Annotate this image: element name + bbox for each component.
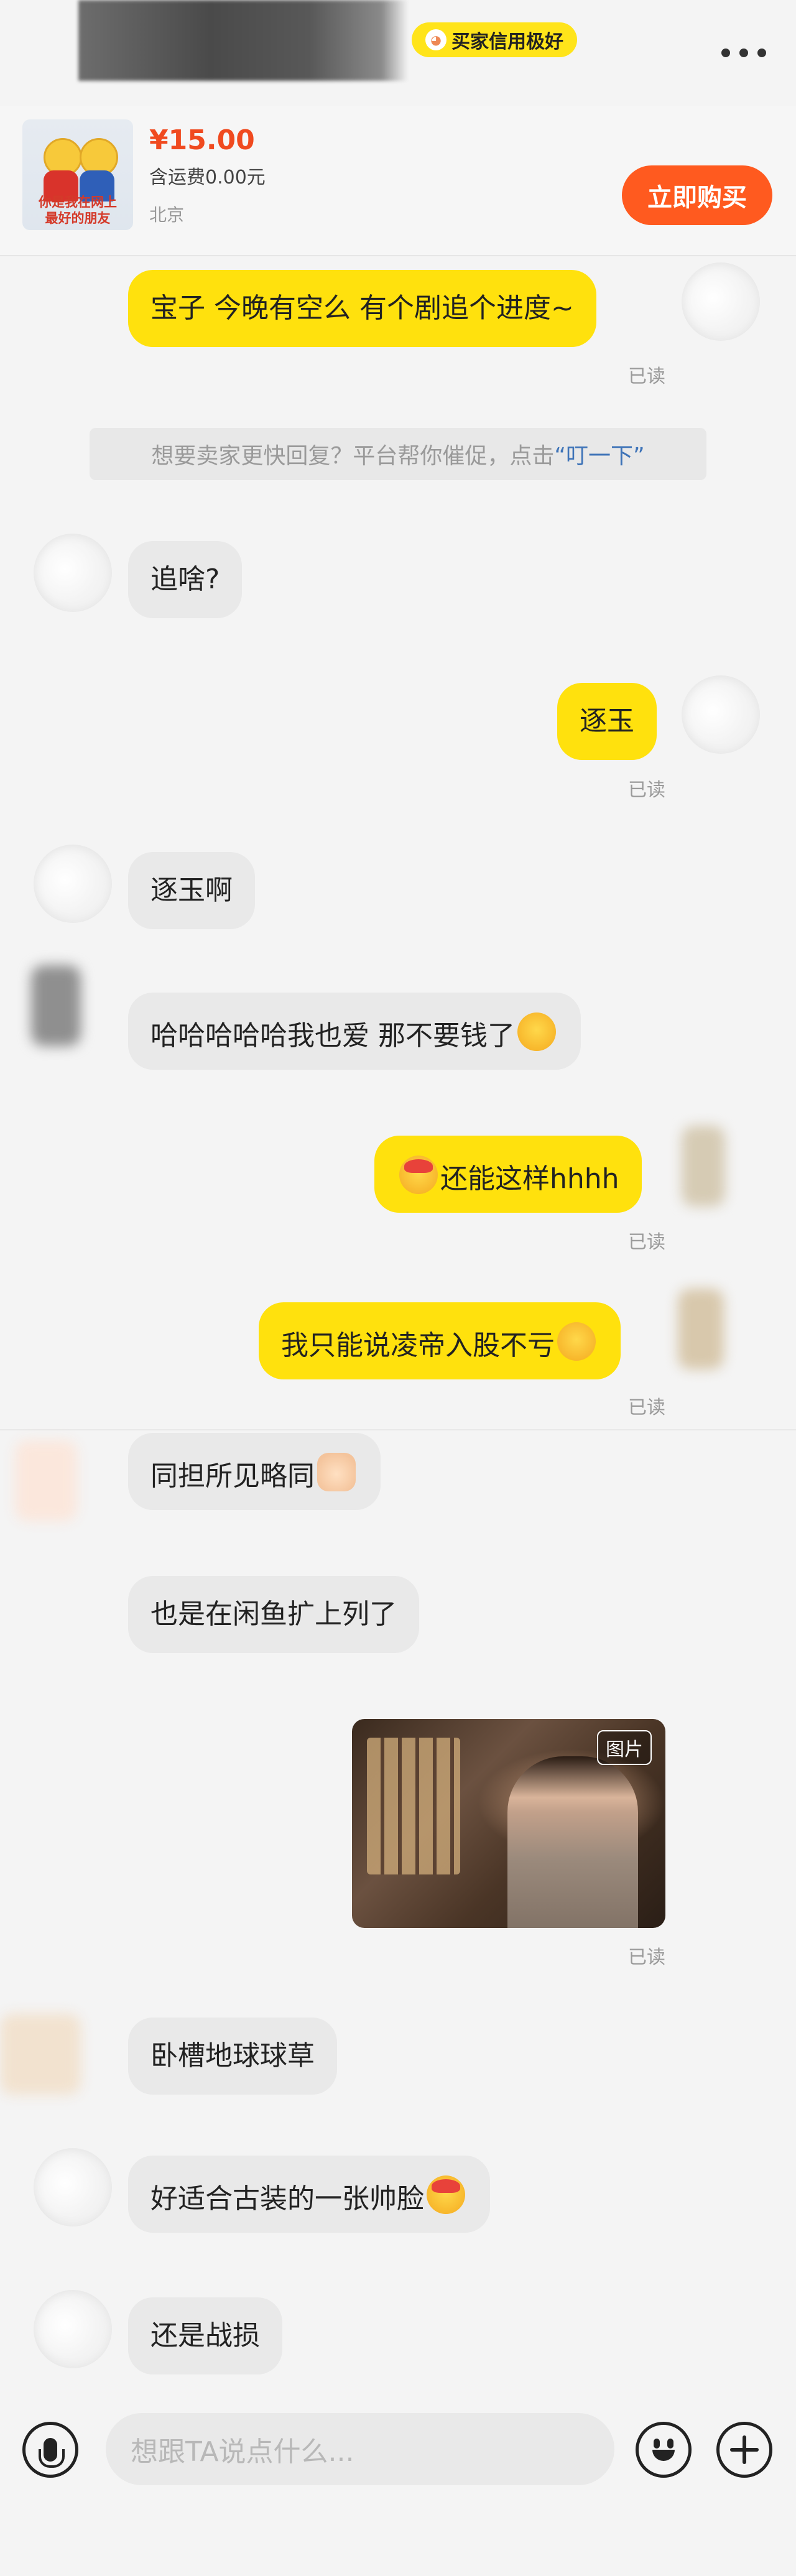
message-text: 也是在闲鱼扩上列了 [150,1598,397,1630]
photo-figure [507,1756,638,1928]
message-text: 宝子 今晚有空么 有个剧追个进度~ [150,292,574,324]
my-avatar[interactable] [678,1289,724,1369]
credit-face-icon: ◕ [425,29,447,50]
shared-photo[interactable]: 图片 [352,1719,665,1928]
plus-icon[interactable] [716,2422,772,2478]
smiley-icon[interactable] [636,2422,692,2478]
message-bubble-them[interactable]: 同担所见略同 [128,1433,381,1510]
message-bubble-them[interactable]: 追啥? [128,541,243,618]
message-text: 逐玉 [580,705,634,737]
message-text: 好适合古装的一张帅脸 [150,2183,424,2215]
contact-avatar[interactable] [34,2290,112,2368]
credit-badge-label: 买家信用极好 [451,31,563,53]
message-text: 同担所见略同 [150,1460,315,1492]
message-text: 卧槽地球球草 [150,2040,315,2072]
nudge-notice: 想要卖家更快回复？平台帮你催促，点击 “叮一下” [90,428,706,480]
contact-avatar[interactable] [34,845,112,923]
product-price: ¥15.00 [149,124,255,156]
nudge-notice-text: 想要卖家更快回复？平台帮你催促，点击 [151,443,555,469]
message-text: 追啥? [150,563,220,595]
product-thumbnail[interactable]: 你是我在网上 最好的朋友 [22,119,133,230]
star-eyes-emoji-icon [427,2175,465,2214]
read-status: 已读 [628,366,665,387]
star-eyes-emoji-icon [399,1156,438,1194]
buy-now-button[interactable]: 立即购买 [622,165,772,225]
message-text: 我只能说凌帝入股不亏 [281,1330,555,1361]
thumbs-up-emoji-icon [317,1453,356,1491]
message-bubble-them[interactable]: 哈哈哈哈哈我也爱 那不要钱了 [128,993,581,1070]
product-bar[interactable]: 你是我在网上 最好的朋友 ¥15.00 含运费0.00元 北京 立即购买 [0,106,796,256]
message-bubble-them[interactable]: 卧槽地球球草 [128,2018,337,2095]
divider [0,1429,796,1430]
message-bubble-them[interactable]: 也是在闲鱼扩上列了 [128,1576,419,1653]
product-location: 北京 [149,205,185,225]
photo-background [367,1738,460,1874]
message-input[interactable]: 想跟TA说点什么... [106,2413,614,2485]
message-bubble-me[interactable]: 还能这样hhhh [374,1136,642,1213]
message-text: 还是战损 [150,2320,260,2351]
contact-avatar[interactable] [0,2014,81,2095]
message-text: 哈哈哈哈哈我也爱 那不要钱了 [150,1020,515,1052]
message-bubble-me[interactable]: 宝子 今晚有空么 有个剧追个进度~ [128,270,596,347]
more-dots-icon[interactable] [721,44,766,62]
image-tag: 图片 [597,1730,652,1765]
message-bubble-them[interactable]: 还是战损 [128,2297,282,2374]
read-status: 已读 [628,1947,665,1968]
message-text: 还能这样hhhh [440,1163,619,1195]
message-bubble-me[interactable]: 我只能说凌帝入股不亏 [259,1302,621,1379]
contact-avatar[interactable] [15,1440,77,1521]
shipping-fee: 含运费0.00元 [149,167,266,188]
laughing-emoji-icon [517,1012,556,1051]
thumb-caption-line2: 最好的朋友 [45,211,111,226]
contact-avatar[interactable] [34,534,112,612]
read-status: 已读 [628,1397,665,1419]
credit-badge[interactable]: ◕ 买家信用极好 [412,22,577,57]
my-avatar[interactable] [682,1126,725,1207]
message-bubble-them[interactable]: 好适合古装的一张帅脸 [128,2156,490,2233]
nudge-link[interactable]: “叮一下” [554,438,644,470]
thumb-caption-line1: 你是我在网上 [39,195,117,210]
my-avatar[interactable] [682,675,760,754]
blurred-contact-name [78,0,408,81]
read-status: 已读 [628,779,665,801]
message-input-placeholder: 想跟TA说点什么... [131,2436,354,2468]
my-avatar[interactable] [682,262,760,341]
read-status: 已读 [628,1231,665,1253]
contact-avatar[interactable] [31,965,81,1046]
message-text: 逐玉啊 [150,874,233,906]
contact-avatar[interactable] [34,2148,112,2226]
message-bubble-me[interactable]: 逐玉 [557,683,657,760]
microphone-icon[interactable] [22,2422,78,2478]
grin-emoji-icon [557,1322,596,1361]
message-bubble-them[interactable]: 逐玉啊 [128,852,255,929]
